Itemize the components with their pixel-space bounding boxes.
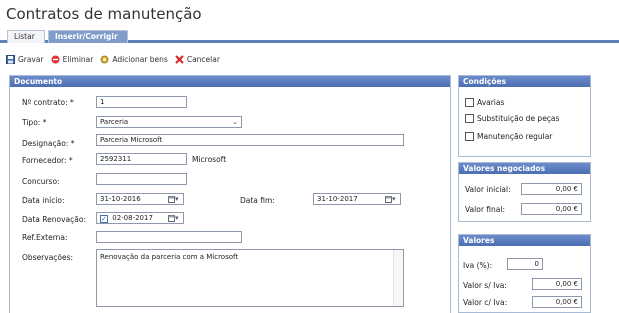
observacoes-label: Observações: (22, 253, 74, 262)
data-fim-label: Data fim: (240, 196, 275, 205)
add-goods-button[interactable]: Adicionar bens (100, 55, 168, 64)
valor-final-input[interactable]: 0,00 € (521, 203, 582, 215)
valor-com-iva-label: Valor c/ Iva: (463, 298, 508, 307)
calendar-icon[interactable]: ▾ (168, 194, 181, 204)
concurso-label: Concurso: (22, 177, 60, 186)
iva-label: Iva (%): (463, 261, 493, 270)
data-inicio-label: Data início: (22, 196, 65, 205)
documento-panel: Documento Nº contrato: * 1 Tipo: * Parce… (9, 75, 451, 313)
delete-icon (51, 55, 60, 64)
floppy-disk-icon (6, 54, 15, 64)
contrato-input[interactable]: 1 (96, 96, 187, 108)
ref-externa-input[interactable] (96, 231, 242, 243)
valores-negociados-panel: Valores negociados Valor inicial: 0,00 €… (458, 162, 591, 222)
calendar-icon[interactable]: ▾ (385, 194, 398, 204)
data-inicio-input[interactable]: 31-10-2016 ▾ (96, 193, 184, 205)
valor-com-iva-input[interactable]: 0,00 € (532, 296, 582, 308)
documento-header: Documento (10, 76, 450, 87)
fornecedor-name: Microsoft (192, 155, 227, 164)
condicao-label: Substituição de peças (477, 114, 560, 123)
designacao-input[interactable]: Parceria Microsoft (96, 134, 404, 146)
condicoes-header: Condições (459, 76, 590, 87)
tipo-label: Tipo: * (22, 118, 47, 127)
valores-header: Valores (459, 235, 590, 246)
save-button-label: Gravar (18, 54, 44, 64)
iva-input[interactable]: 0 (507, 258, 543, 270)
cancel-button[interactable]: Cancelar (175, 55, 220, 64)
tab-listar[interactable]: Listar (7, 30, 45, 43)
close-icon (175, 54, 184, 64)
data-renovacao-value: 02-08-2017 (112, 214, 153, 222)
page-title: Contratos de manutenção (6, 5, 202, 23)
condicao-substituicao[interactable]: Substituição de peças (465, 114, 559, 123)
checkbox-icon[interactable] (465, 132, 474, 141)
chevron-down-icon: ⌄ (232, 118, 238, 126)
concurso-input[interactable] (96, 173, 187, 185)
valor-final-label: Valor final: (465, 205, 505, 214)
valor-sem-iva-input[interactable]: 0,00 € (532, 278, 582, 290)
condicoes-panel: Condições Avarias Substituição de peças … (458, 75, 591, 157)
contrato-label: Nº contrato: * (22, 98, 74, 107)
condicao-manutencao[interactable]: Manutenção regular (465, 132, 552, 141)
observacoes-textarea[interactable]: Renovação da parceria com a Microsoft (96, 249, 404, 307)
observacoes-value: Renovação da parceria com a Microsoft (100, 253, 239, 261)
cancel-button-label: Cancelar (186, 54, 220, 64)
save-button[interactable]: Gravar (6, 54, 44, 64)
designacao-label: Designação: * (22, 139, 75, 148)
checkbox-icon[interactable] (465, 98, 474, 107)
ref-externa-label: Ref.Externa: (22, 233, 68, 242)
valor-sem-iva-label: Valor s/ Iva: (463, 281, 507, 290)
checkbox-icon[interactable] (465, 114, 474, 123)
fornecedor-label: Fornecedor: * (22, 156, 73, 165)
data-inicio-value: 31-10-2016 (100, 195, 141, 203)
textarea-scrollbar[interactable] (393, 250, 403, 306)
tipo-select-value: Parceria (100, 118, 129, 126)
condicao-avarias[interactable]: Avarias (465, 98, 504, 107)
toolbar: Gravar Eliminar Adicionar bens Cancelar (0, 52, 619, 66)
valor-inicial-input[interactable]: 0,00 € (521, 183, 582, 195)
data-renovacao-label: Data Renovação: (22, 215, 86, 224)
valores-panel: Valores Iva (%): 0 Valor s/ Iva: 0,00 € … (458, 234, 591, 313)
data-renovacao-input[interactable]: ✓ 02-08-2017 ▾ (96, 212, 184, 224)
checkbox-checked-icon[interactable]: ✓ (100, 215, 108, 223)
tab-bar: Listar Inserir/Corrigir (0, 30, 619, 43)
valor-inicial-label: Valor inicial: (465, 185, 511, 194)
delete-button-label: Eliminar (62, 54, 94, 64)
condicao-label: Avarias (477, 98, 505, 107)
delete-button[interactable]: Eliminar (51, 54, 94, 64)
fornecedor-input[interactable]: 2592311 (96, 153, 187, 165)
valores-negociados-header: Valores negociados (459, 163, 590, 174)
tab-inserir-corrigir[interactable]: Inserir/Corrigir (48, 30, 128, 43)
add-item-icon (100, 55, 109, 64)
tipo-select[interactable]: Parceria ⌄ (96, 116, 242, 128)
data-fim-value: 31-10-2017 (317, 195, 358, 203)
calendar-icon[interactable]: ▾ (168, 213, 181, 223)
condicao-label: Manutenção regular (477, 132, 553, 141)
add-goods-label: Adicionar bens (112, 54, 168, 64)
data-fim-input[interactable]: 31-10-2017 ▾ (313, 193, 401, 205)
